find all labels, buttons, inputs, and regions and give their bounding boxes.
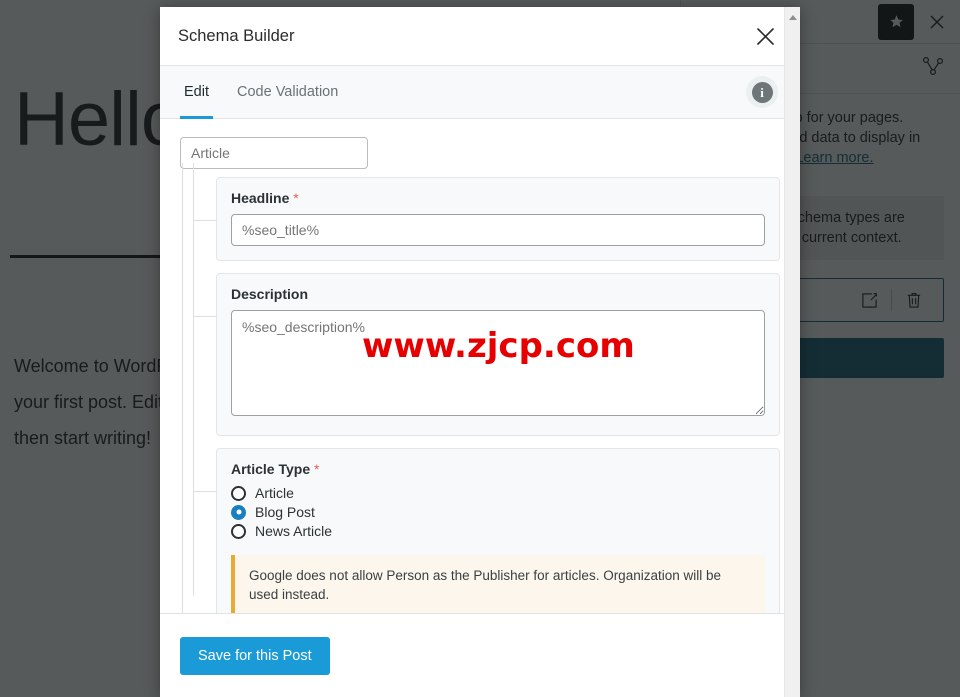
info-icon-glyph: i bbox=[751, 81, 773, 103]
screen: Hello world! Welcome to WordPress. This … bbox=[0, 0, 960, 697]
field-card-article-type: Article Type * Article Blog Post News Ar… bbox=[194, 448, 780, 613]
tab-edit-label: Edit bbox=[184, 84, 209, 100]
publisher-alert: Google does not allow Person as the Publ… bbox=[231, 555, 765, 613]
modal-header: Schema Builder bbox=[160, 7, 800, 66]
schema-field-tree: Headline * Description bbox=[180, 163, 780, 613]
field-label-article-type: Article Type * bbox=[231, 461, 765, 477]
headline-input[interactable] bbox=[231, 214, 765, 246]
tab-code-validation-label: Code Validation bbox=[237, 84, 339, 100]
tree-connector bbox=[194, 491, 217, 492]
radio-option-article[interactable]: Article bbox=[231, 485, 765, 501]
field-label-headline: Headline * bbox=[231, 190, 765, 206]
field-label-description: Description bbox=[231, 286, 765, 302]
radio-option-news-article[interactable]: News Article bbox=[231, 523, 765, 539]
required-asterisk: * bbox=[293, 190, 299, 206]
field-card-headline: Headline * bbox=[194, 177, 780, 261]
radio-option-blog-post[interactable]: Blog Post bbox=[231, 504, 765, 520]
modal-tab-bar: Edit Code Validation i bbox=[160, 66, 800, 119]
field-label-description-text: Description bbox=[231, 286, 309, 302]
watermark: www.zjcp.com bbox=[362, 326, 635, 366]
required-asterisk: * bbox=[314, 461, 320, 477]
tree-connector bbox=[194, 220, 217, 221]
info-icon[interactable]: i bbox=[746, 76, 778, 108]
modal-title: Schema Builder bbox=[178, 26, 295, 45]
modal-footer: Save for this Post bbox=[160, 613, 800, 697]
tab-code-validation[interactable]: Code Validation bbox=[223, 66, 352, 119]
tab-edit[interactable]: Edit bbox=[170, 66, 223, 119]
tree-connector bbox=[194, 316, 217, 317]
radio-icon[interactable] bbox=[231, 523, 246, 539]
close-icon[interactable] bbox=[750, 21, 780, 51]
radio-icon[interactable] bbox=[231, 485, 246, 501]
field-label-article-type-text: Article Type bbox=[231, 461, 311, 477]
scroll-up-arrow-icon[interactable] bbox=[785, 9, 800, 25]
radio-icon-selected[interactable] bbox=[231, 504, 246, 520]
radio-label-news-article: News Article bbox=[255, 523, 333, 539]
modal-body: Headline * Description bbox=[160, 119, 800, 613]
modal-scrollbar[interactable] bbox=[784, 7, 800, 697]
radio-label-article: Article bbox=[255, 485, 294, 501]
save-button[interactable]: Save for this Post bbox=[180, 636, 330, 675]
field-label-headline-text: Headline bbox=[231, 190, 290, 206]
schema-type-input[interactable] bbox=[180, 137, 368, 169]
radio-label-blog-post: Blog Post bbox=[255, 504, 315, 520]
